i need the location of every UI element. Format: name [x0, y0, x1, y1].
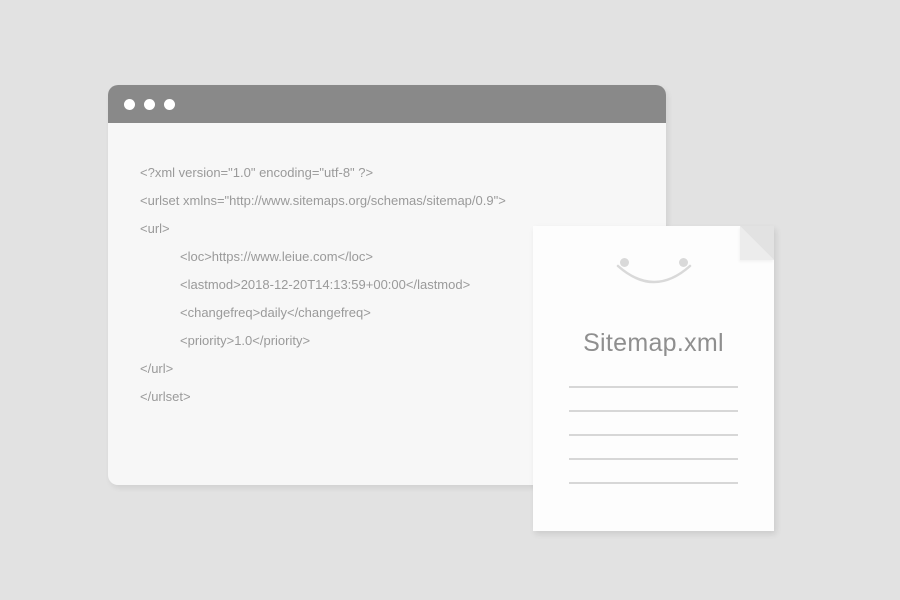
code-line: </url>: [140, 361, 173, 376]
text-line-placeholder: [569, 482, 738, 484]
window-dot-icon: [164, 99, 175, 110]
code-line: <urlset xmlns="http://www.sitemaps.org/s…: [140, 193, 506, 208]
document-body-lines: [569, 386, 738, 506]
code-line: <?xml version="1.0" encoding="utf-8" ?>: [140, 165, 373, 180]
smile-icon: [612, 258, 696, 292]
document-title: Sitemap.xml: [533, 329, 774, 358]
window-dot-icon: [144, 99, 155, 110]
document-card: Sitemap.xml: [533, 226, 774, 531]
code-line: </urlset>: [140, 389, 191, 404]
text-line-placeholder: [569, 458, 738, 460]
text-line-placeholder: [569, 434, 738, 436]
text-line-placeholder: [569, 410, 738, 412]
window-dot-icon: [124, 99, 135, 110]
text-line-placeholder: [569, 386, 738, 388]
code-line: <url>: [140, 221, 170, 236]
page-corner-cut: [740, 226, 774, 260]
browser-titlebar: [108, 85, 666, 123]
